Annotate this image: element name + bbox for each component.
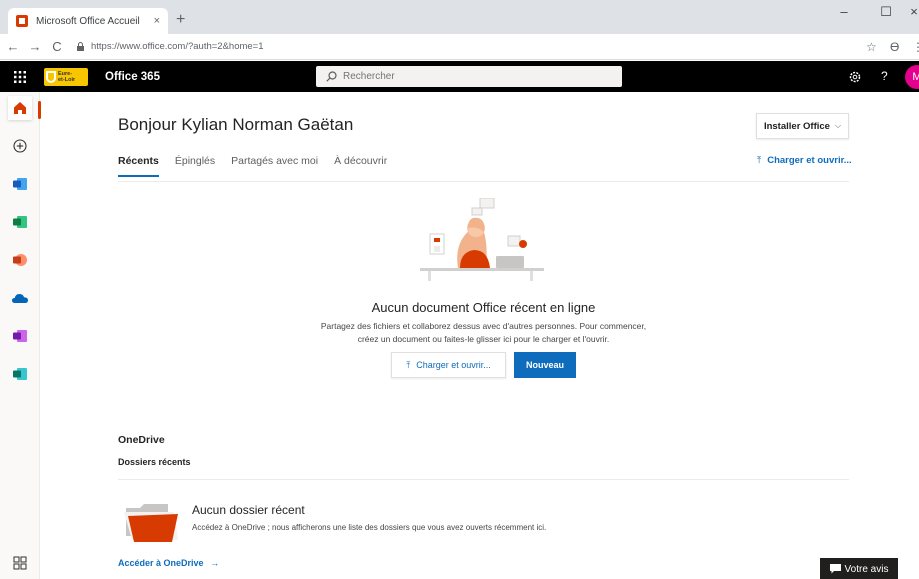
user-avatar[interactable]: M	[905, 65, 919, 89]
window-close-icon[interactable]: ×	[900, 4, 919, 19]
all-apps-icon	[13, 556, 27, 570]
org-logo-text: Eure- et-Loir	[58, 70, 76, 83]
feedback-button[interactable]: Votre avis	[820, 558, 898, 579]
rail-sway[interactable]	[8, 362, 32, 386]
no-recent-folder-title: Aucun dossier récent	[192, 503, 305, 517]
help-icon[interactable]: ?	[881, 69, 888, 83]
go-to-onedrive-link[interactable]: Accéder à OneDrive →	[118, 558, 219, 568]
search-box[interactable]	[316, 66, 622, 87]
browser-menu-icon[interactable]: ⋮	[912, 40, 919, 54]
new-tab-icon[interactable]: +	[176, 10, 185, 30]
rail-powerpoint[interactable]	[8, 248, 32, 272]
rail-create[interactable]	[8, 134, 32, 158]
sway-icon	[13, 368, 27, 380]
empty-state-description: Partagez des fichiers et collaborez dess…	[320, 321, 647, 344]
go-to-onedrive-label: Accéder à OneDrive	[118, 558, 204, 568]
rail-excel[interactable]	[8, 210, 32, 234]
install-office-button[interactable]: Installer Office ⌵	[756, 113, 849, 139]
url-text: https://www.office.com/?auth=2&home=1	[91, 41, 264, 52]
install-office-label: Installer Office	[763, 120, 830, 132]
recent-folders-title: Dossiers récents	[118, 457, 191, 467]
file-tabs: Récents Épinglés Partagés avec moi À déc…	[118, 155, 403, 177]
rail-active-indicator	[38, 101, 41, 119]
arrow-right-icon: →	[210, 558, 220, 568]
home-icon	[14, 102, 26, 114]
o365-header: Eure- et-Loir Office 365 ? M	[0, 61, 919, 92]
rail-home[interactable]	[8, 96, 32, 120]
empty-state-illustration	[420, 198, 544, 281]
url-field[interactable]: https://www.office.com/?auth=2&home=1	[76, 37, 846, 57]
empty-state-title: Aucun document Office récent en ligne	[371, 300, 596, 315]
rail-all-apps[interactable]	[10, 553, 30, 573]
upload-open-link[interactable]: ⤒ Charger et ouvrir...	[757, 155, 852, 166]
upload-open-label: Charger et ouvrir...	[767, 155, 852, 166]
org-shield-icon	[46, 70, 56, 83]
chevron-down-icon: ⌵	[834, 121, 842, 130]
tab-close-icon[interactable]: ×	[154, 15, 160, 27]
add-circle-icon	[13, 139, 27, 153]
lock-icon	[77, 42, 84, 51]
feedback-label: Votre avis	[844, 563, 889, 575]
browser-address-bar: ← → C https://www.office.com/?auth=2&hom…	[0, 34, 919, 60]
reload-icon[interactable]: C	[48, 39, 66, 54]
folder-icon	[124, 504, 178, 542]
search-icon	[326, 71, 337, 82]
rail-onenote[interactable]	[8, 324, 32, 348]
upload-icon: ⤒	[757, 155, 762, 166]
bookmark-star-icon[interactable]: ☆	[866, 40, 877, 54]
powerpoint-icon	[13, 254, 27, 266]
office-favicon-icon	[16, 15, 28, 27]
forward-icon[interactable]: →	[26, 39, 44, 54]
tab-shared[interactable]: Partagés avec moi	[231, 155, 318, 177]
tabs-divider	[118, 181, 849, 182]
new-document-button[interactable]: Nouveau	[514, 352, 576, 378]
upload-icon: ⤒	[406, 359, 411, 370]
app-rail	[0, 92, 40, 579]
settings-gear-icon[interactable]	[849, 71, 861, 83]
search-input[interactable]	[343, 71, 603, 82]
org-logo[interactable]: Eure- et-Loir	[44, 67, 88, 86]
onedrive-divider	[118, 479, 849, 480]
browser-tab-strip: Microsoft Office Accueil × + – ☐ ×	[0, 0, 919, 34]
page-title: Bonjour Kylian Norman Gaëtan	[118, 115, 354, 134]
no-recent-folder-description: Accédez à OneDrive ; nous afficherons un…	[192, 523, 547, 532]
browser-tab-title: Microsoft Office Accueil	[36, 15, 140, 27]
upload-open-button-label: Charger et ouvrir...	[416, 360, 491, 370]
onedrive-section-title: OneDrive	[118, 434, 165, 446]
comment-icon	[829, 564, 841, 574]
onenote-icon	[13, 330, 27, 342]
browser-tab[interactable]: Microsoft Office Accueil ×	[8, 8, 168, 34]
profile-icon[interactable]: Ɵ	[890, 40, 899, 54]
app-launcher-icon[interactable]	[0, 61, 40, 92]
word-icon	[13, 178, 27, 190]
excel-icon	[13, 216, 27, 228]
tab-recents[interactable]: Récents	[118, 155, 159, 177]
app-name[interactable]: Office 365	[105, 71, 160, 83]
rail-onedrive[interactable]	[8, 286, 32, 310]
tab-discover[interactable]: À découvrir	[334, 155, 387, 177]
upload-open-button[interactable]: ⤒ Charger et ouvrir...	[391, 352, 506, 378]
onedrive-cloud-icon	[12, 294, 28, 303]
minimize-icon[interactable]: –	[830, 4, 858, 19]
rail-word[interactable]	[8, 172, 32, 196]
back-icon[interactable]: ←	[4, 39, 22, 54]
tab-pinned[interactable]: Épinglés	[175, 155, 215, 177]
maximize-icon[interactable]: ☐	[872, 4, 900, 20]
